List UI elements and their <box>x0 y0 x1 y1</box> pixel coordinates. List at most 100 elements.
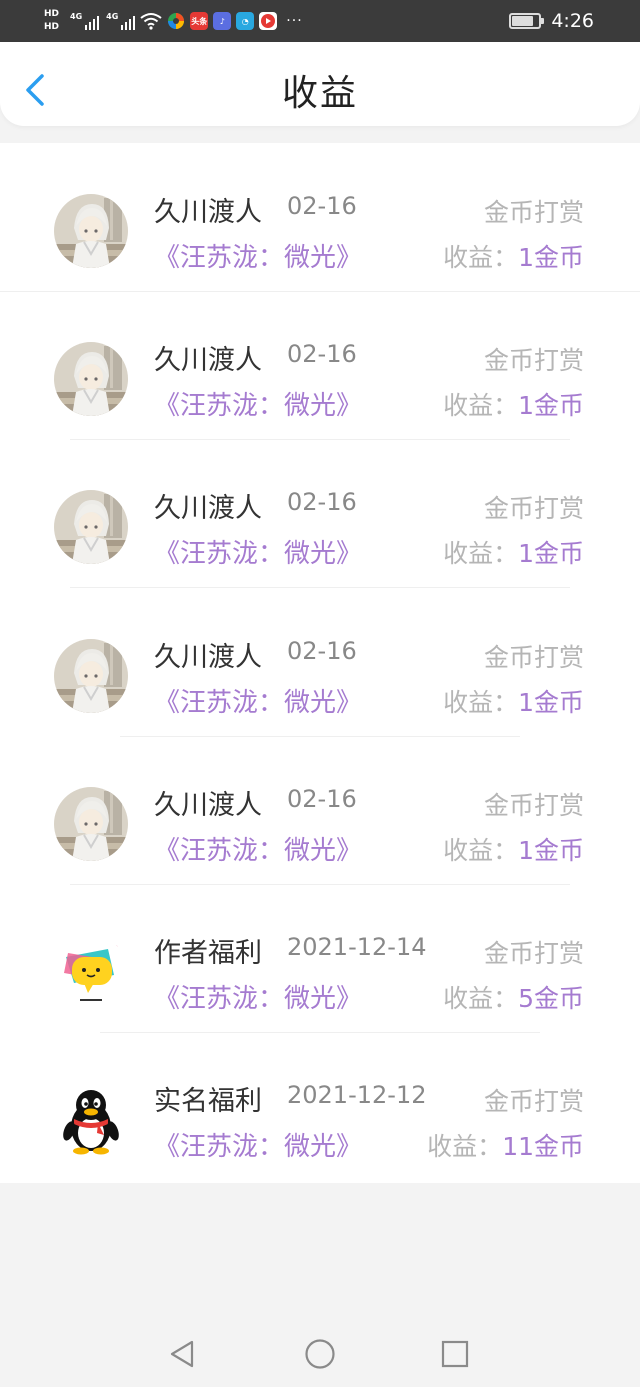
toutiao-app-icon: 头条 <box>190 12 209 30</box>
status-bar-right: 4:26 <box>509 0 594 42</box>
user-name: 久川渡人 <box>154 790 262 821</box>
earnings-label: 收益： <box>443 836 519 865</box>
battery-level <box>512 16 534 26</box>
signal-icon: 4G <box>106 12 136 30</box>
earnings-amount: 1金币 <box>518 688 584 717</box>
play-icon <box>261 14 276 28</box>
nav-back-button[interactable] <box>164 1336 200 1372</box>
reward-type: 金币打赏 <box>483 346 584 375</box>
reward-type: 金币打赏 <box>483 643 584 672</box>
earnings-label: 收益： <box>443 243 519 272</box>
reward-date: 02-16 <box>287 192 357 220</box>
user-name: 久川渡人 <box>154 345 262 376</box>
reward-type: 金币打赏 <box>483 1087 584 1116</box>
list-item[interactable]: 久川渡人 02-16 金币打赏 《汪苏泷：微光》 收益：1金币 <box>0 737 640 885</box>
earnings-amount: 1金币 <box>518 539 584 568</box>
earnings-amount: 1金币 <box>518 836 584 865</box>
book-title: 《汪苏泷：微光》 <box>154 688 363 718</box>
list-item[interactable]: 作者福利 2021-12-14 金币打赏 《汪苏泷：微光》 收益：5金币 <box>0 885 640 1033</box>
reward-date: 2021-12-14 <box>287 933 427 961</box>
toutiao-app-label: 头条 <box>191 16 208 26</box>
earnings-text: 收益：1金币 <box>443 386 584 422</box>
user-avatar <box>54 490 128 564</box>
reward-type: 金币打赏 <box>483 791 584 820</box>
earnings-text: 收益：1金币 <box>443 831 584 867</box>
book-title: 《汪苏泷：微光》 <box>154 243 363 273</box>
hd-indicators: HD HD <box>44 9 59 33</box>
more-dots-icon: ··· <box>286 13 303 29</box>
signal-icon: 4G <box>70 12 100 30</box>
user-avatar <box>54 194 128 268</box>
user-avatar <box>54 787 128 861</box>
status-bar: HD HD 4G 4G 头条 ♪ ◔ ··· 4:26 <box>0 0 640 42</box>
list-item[interactable]: 实名福利 2021-12-12 金币打赏 《汪苏泷：微光》 收益：11金币 <box>0 1033 640 1181</box>
anime-avatar-icon <box>54 787 128 861</box>
network-type-label: 4G <box>70 12 83 21</box>
nav-recents-button[interactable] <box>437 1336 473 1372</box>
qq-penguin-avatar-icon <box>54 1083 128 1157</box>
earnings-text: 收益：1金币 <box>443 683 584 719</box>
reward-date: 02-16 <box>287 637 357 665</box>
reward-date: 02-16 <box>287 488 357 516</box>
reward-type: 金币打赏 <box>483 939 584 968</box>
earnings-amount: 1金币 <box>518 243 584 272</box>
page-title: 收益 <box>281 73 358 114</box>
book-title: 《汪苏泷：微光》 <box>154 539 363 569</box>
user-avatar <box>54 342 128 416</box>
earnings-label: 收益： <box>443 984 519 1013</box>
hd-label-1: HD <box>44 9 60 19</box>
list-item[interactable]: 久川渡人 02-16 金币打赏 《汪苏泷：微光》 收益：1金币 <box>0 588 640 736</box>
earnings-label: 收益： <box>443 539 519 568</box>
user-name: 久川渡人 <box>154 642 262 673</box>
anime-avatar-icon <box>54 639 128 713</box>
reward-date: 2021-12-12 <box>287 1081 427 1109</box>
user-avatar <box>54 1083 128 1157</box>
user-avatar <box>54 639 128 713</box>
list-item[interactable]: 久川渡人 02-16 金币打赏 《汪苏泷：微光》 收益：1金币 <box>0 143 640 291</box>
book-title: 《汪苏泷：微光》 <box>154 836 363 866</box>
user-avatar <box>54 935 128 1009</box>
browser-app-icon: ◔ <box>236 12 255 30</box>
book-title: 《汪苏泷：微光》 <box>154 391 363 421</box>
earnings-label: 收益： <box>427 1132 503 1161</box>
music-app-icon: ♪ <box>213 12 232 30</box>
user-name: 作者福利 <box>154 938 262 969</box>
status-bar-left: HD HD 4G 4G 头条 ♪ ◔ ··· <box>44 4 303 38</box>
nav-home-button[interactable] <box>302 1336 338 1372</box>
reward-date: 02-16 <box>287 785 357 813</box>
recents-square-icon <box>441 1340 469 1368</box>
reward-date: 02-16 <box>287 340 357 368</box>
earnings-label: 收益： <box>443 688 519 717</box>
earnings-text: 收益：1金币 <box>443 238 584 274</box>
chat-bubble-avatar-icon <box>54 935 128 1009</box>
clock: 4:26 <box>551 10 594 32</box>
video-app-icon <box>259 12 278 30</box>
hd-label-2: HD <box>44 22 60 32</box>
earnings-text: 收益：5金币 <box>443 979 584 1015</box>
wifi-icon <box>140 13 162 30</box>
earnings-list: 久川渡人 02-16 金币打赏 《汪苏泷：微光》 收益：1金币 久川渡人 02-… <box>0 143 640 1183</box>
network-type-label: 4G <box>106 12 119 21</box>
battery-icon <box>509 13 545 29</box>
system-nav-bar <box>0 1318 640 1387</box>
user-name: 久川渡人 <box>154 493 262 524</box>
user-name: 实名福利 <box>154 1086 262 1117</box>
anime-avatar-icon <box>54 194 128 268</box>
earnings-amount: 11金币 <box>502 1132 584 1161</box>
app-header: 收益 <box>0 42 640 126</box>
reward-type: 金币打赏 <box>483 494 584 523</box>
list-item[interactable]: 久川渡人 02-16 金币打赏 《汪苏泷：微光》 收益：1金币 <box>0 292 640 440</box>
anime-avatar-icon <box>54 342 128 416</box>
anime-avatar-icon <box>54 490 128 564</box>
home-circle-icon <box>305 1339 335 1369</box>
app-icon <box>168 13 185 29</box>
reward-type: 金币打赏 <box>483 198 584 227</box>
back-triangle-icon <box>170 1340 194 1368</box>
earnings-label: 收益： <box>443 391 519 420</box>
user-name: 久川渡人 <box>154 197 262 228</box>
earnings-text: 收益：11金币 <box>427 1127 584 1163</box>
earnings-amount: 1金币 <box>518 391 584 420</box>
list-item[interactable]: 久川渡人 02-16 金币打赏 《汪苏泷：微光》 收益：1金币 <box>0 440 640 588</box>
book-title: 《汪苏泷：微光》 <box>154 984 363 1014</box>
book-title: 《汪苏泷：微光》 <box>154 1132 363 1162</box>
